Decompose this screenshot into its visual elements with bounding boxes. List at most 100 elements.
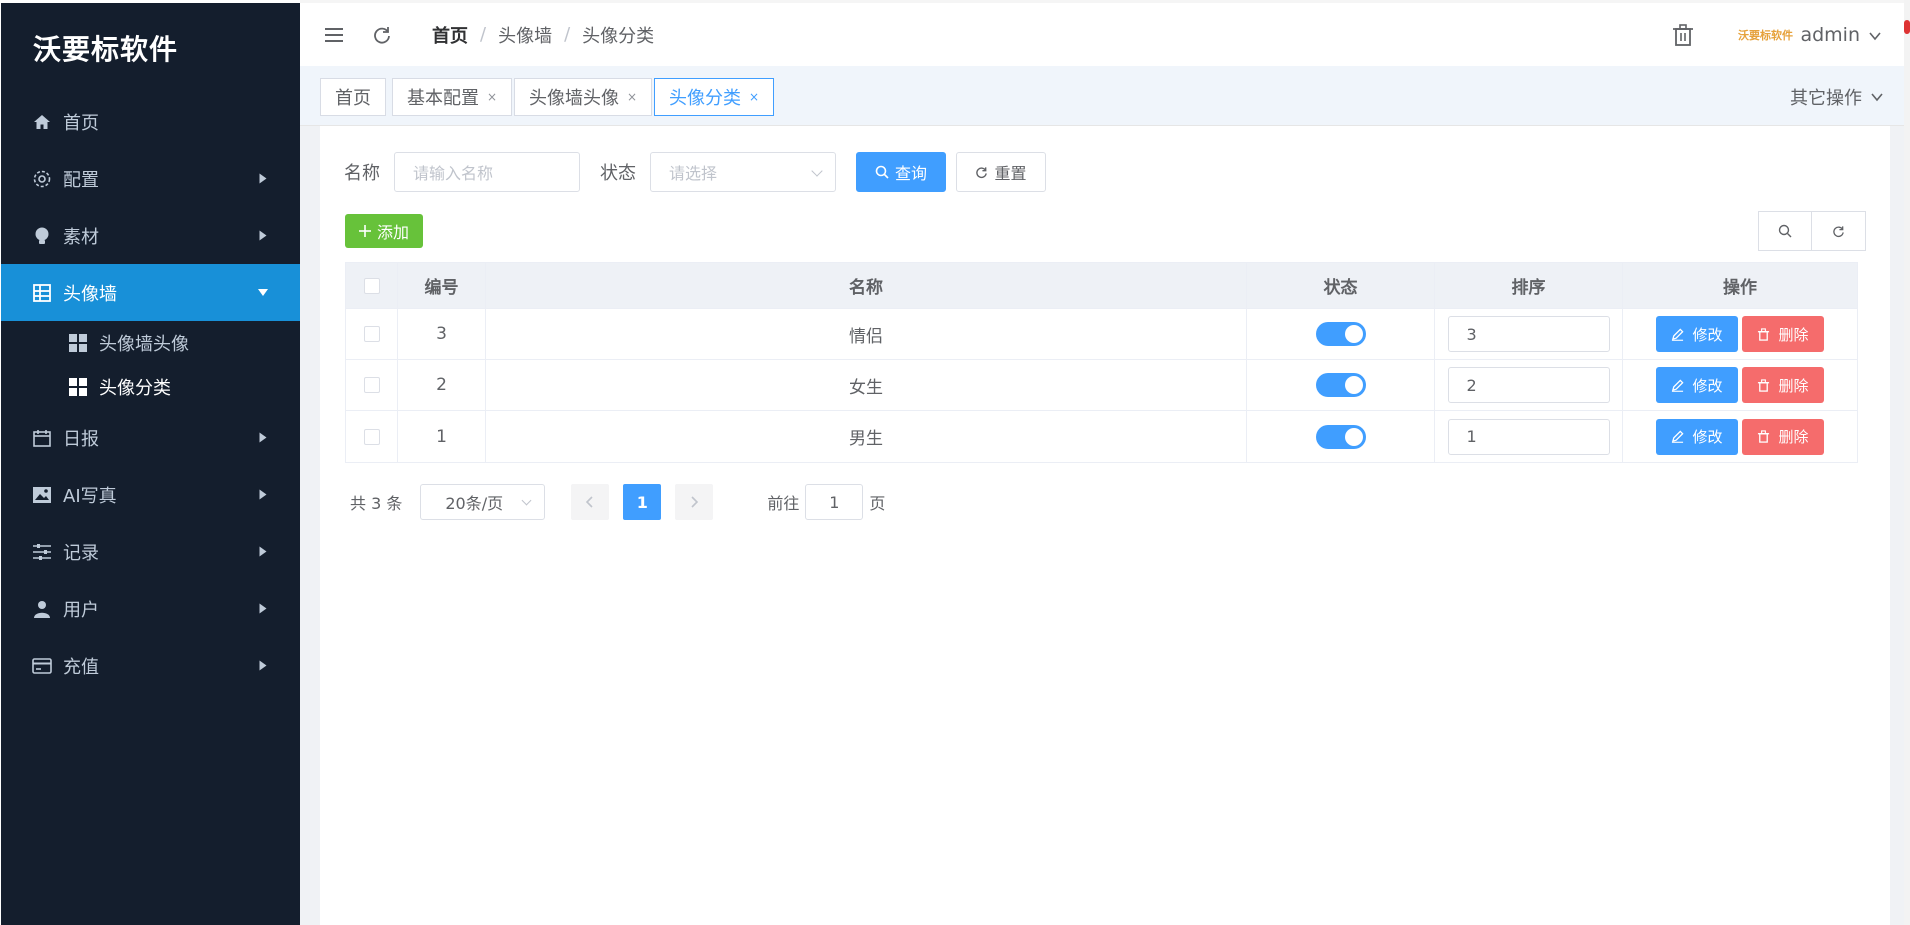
sidebar-item-daily[interactable]: 日报 bbox=[1, 409, 300, 466]
add-button[interactable]: 添加 bbox=[345, 214, 423, 248]
delete-button[interactable]: 删除 bbox=[1742, 418, 1824, 455]
trash-icon bbox=[1757, 430, 1770, 443]
avatar[interactable]: 沃要标软件 bbox=[1734, 3, 1797, 66]
trash-icon bbox=[1757, 378, 1770, 392]
query-button[interactable]: 查询 bbox=[856, 152, 946, 192]
next-page-button[interactable] bbox=[675, 484, 714, 520]
caret-right-icon bbox=[259, 173, 267, 183]
sidebar-item-config[interactable]: 配置 bbox=[1, 150, 300, 207]
breadcrumb-home[interactable]: 首页 bbox=[432, 22, 468, 48]
edit-label: 修改 bbox=[1692, 428, 1723, 446]
calendar-icon bbox=[31, 427, 53, 449]
credit-card-icon bbox=[31, 655, 53, 677]
prev-page-button[interactable] bbox=[571, 484, 610, 520]
tag-home[interactable]: 首页 bbox=[320, 78, 386, 116]
chevron-down-icon bbox=[1870, 90, 1884, 104]
table-row: 3 情侣 3 修改 删除 bbox=[346, 309, 1857, 360]
sort-input[interactable]: 1 bbox=[1447, 418, 1610, 455]
status-placeholder: 请选择 bbox=[669, 164, 718, 183]
sidebar-item-ai-portrait[interactable]: AI写真 bbox=[1, 466, 300, 523]
sidebar-subitem-label: 头像墙头像 bbox=[99, 334, 189, 355]
select-all-checkbox[interactable] bbox=[363, 277, 380, 294]
chevron-left-icon bbox=[585, 496, 595, 508]
edit-label: 修改 bbox=[1692, 376, 1723, 395]
search-icon bbox=[1778, 224, 1792, 238]
chevron-right-icon bbox=[689, 496, 699, 508]
header-sort: 排序 bbox=[1435, 263, 1623, 308]
refresh-icon[interactable] bbox=[370, 23, 394, 47]
username[interactable]: admin bbox=[1800, 24, 1860, 46]
apps-icon bbox=[69, 334, 87, 352]
tag-avatar-category[interactable]: 头像分类 × bbox=[654, 78, 775, 116]
sidebar-item-users[interactable]: 用户 bbox=[1, 580, 300, 637]
delete-button[interactable]: 删除 bbox=[1742, 316, 1824, 352]
sidebar-item-recharge[interactable]: 充值 bbox=[1, 637, 300, 694]
window-scrollbar[interactable] bbox=[1904, 0, 1910, 925]
sidebar-item-avatar-wall[interactable]: 头像墙 bbox=[1, 264, 300, 321]
row-checkbox[interactable] bbox=[363, 326, 380, 342]
row-status-cell bbox=[1247, 360, 1435, 410]
caret-down-icon bbox=[258, 288, 268, 296]
tag-avatar-wall-avatars[interactable]: 头像墙头像 × bbox=[514, 78, 653, 116]
status-switch[interactable] bbox=[1315, 424, 1366, 449]
goto-page-input[interactable]: 1 bbox=[805, 484, 864, 520]
main-card: 名称 请输入名称 状态 请选择 查询 重置 添加 编号 名称 状态 排序 操作 … bbox=[320, 126, 1890, 925]
sidebar-item-materials[interactable]: 素材 bbox=[1, 207, 300, 264]
delete-label: 删除 bbox=[1778, 428, 1809, 446]
sort-input[interactable]: 2 bbox=[1447, 367, 1610, 403]
chevron-down-icon[interactable] bbox=[1868, 28, 1882, 42]
name-search-input[interactable]: 请输入名称 bbox=[394, 152, 580, 192]
scrollbar-thumb[interactable] bbox=[1904, 20, 1910, 34]
sort-input[interactable]: 3 bbox=[1447, 316, 1610, 352]
reset-button[interactable]: 重置 bbox=[956, 152, 1046, 192]
toggle-search-button[interactable] bbox=[1758, 211, 1812, 251]
row-operations: 修改 删除 bbox=[1623, 411, 1857, 462]
gear-icon bbox=[31, 168, 53, 190]
sidebar-item-records[interactable]: 记录 bbox=[1, 523, 300, 580]
status-switch[interactable] bbox=[1315, 373, 1366, 397]
close-icon[interactable]: × bbox=[487, 90, 497, 104]
pagination-total: 共 3 条 bbox=[350, 494, 403, 513]
edit-button[interactable]: 修改 bbox=[1656, 316, 1738, 352]
sidebar-item-home[interactable]: 首页 bbox=[1, 93, 300, 150]
sidebar-subitem-avatar-wall-avatars[interactable]: 头像墙头像 bbox=[1, 321, 300, 365]
edit-icon bbox=[1671, 430, 1685, 443]
close-icon[interactable]: × bbox=[627, 90, 637, 104]
refresh-icon bbox=[975, 166, 988, 179]
tag-label: 头像墙头像 bbox=[529, 88, 619, 109]
sidebar-subitem-avatar-category[interactable]: 头像分类 bbox=[1, 365, 300, 409]
caret-right-icon bbox=[259, 660, 267, 670]
delete-button[interactable]: 删除 bbox=[1742, 367, 1824, 403]
row-sort-cell: 2 bbox=[1435, 360, 1623, 410]
breadcrumb: 首页 / 头像墙 / 头像分类 bbox=[432, 22, 654, 48]
user-icon bbox=[31, 598, 53, 620]
close-icon[interactable]: × bbox=[749, 90, 759, 104]
edit-button[interactable]: 修改 bbox=[1656, 418, 1738, 455]
hamburger-icon[interactable] bbox=[322, 23, 346, 47]
sidebar-item-label: 素材 bbox=[63, 226, 99, 248]
row-checkbox-cell bbox=[346, 309, 398, 359]
row-operations: 修改 删除 bbox=[1623, 309, 1857, 359]
page-size-select[interactable]: 20条/页 bbox=[420, 484, 546, 520]
sidebar-item-label: 首页 bbox=[63, 112, 99, 134]
pagination: 共 3 条 20条/页 1 前往 1 页 bbox=[350, 484, 885, 520]
page-number-current[interactable]: 1 bbox=[623, 484, 662, 520]
status-switch[interactable] bbox=[1315, 322, 1366, 346]
status-label: 状态 bbox=[600, 163, 636, 184]
row-name: 女生 bbox=[486, 360, 1247, 410]
caret-right-icon bbox=[259, 603, 267, 613]
other-operations-label: 其它操作 bbox=[1790, 88, 1862, 109]
goto-suffix: 页 bbox=[869, 494, 886, 513]
delete-label: 删除 bbox=[1778, 325, 1809, 344]
edit-button[interactable]: 修改 bbox=[1656, 367, 1738, 403]
tag-basic-config[interactable]: 基本配置 × bbox=[392, 78, 513, 116]
tag-label: 头像分类 bbox=[669, 88, 741, 109]
page-size-value: 20条/页 bbox=[445, 494, 504, 513]
refresh-table-button[interactable] bbox=[1812, 211, 1866, 251]
sidebar: 沃要标软件 首页 配置 素材 头像墙 头像墙头像 头像分类 日报 AI写真 记录… bbox=[0, 0, 300, 925]
trash-icon[interactable] bbox=[1672, 23, 1696, 47]
row-checkbox[interactable] bbox=[363, 428, 380, 445]
other-operations-dropdown[interactable]: 其它操作 bbox=[1790, 84, 1884, 110]
row-checkbox[interactable] bbox=[363, 377, 380, 393]
status-select[interactable]: 请选择 bbox=[650, 152, 836, 192]
